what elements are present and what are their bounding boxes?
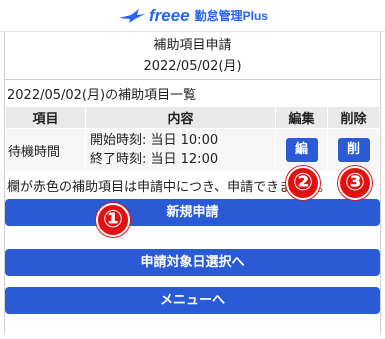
title-block: 補助項目申請 2022/05/02(月) bbox=[5, 32, 380, 80]
column-header-item: 項目 bbox=[5, 106, 86, 129]
freee-logo: freee 勤怠管理Plus bbox=[117, 6, 268, 26]
column-header-delete: 削除 bbox=[327, 106, 380, 129]
freee-bird-icon bbox=[119, 8, 145, 23]
end-time-text: 終了時刻: 当日 12:00 bbox=[90, 152, 219, 167]
table-header-row: 項目 内容 編集 削除 bbox=[5, 106, 380, 129]
page-date: 2022/05/02(月) bbox=[143, 59, 242, 74]
logo-bar: freee 勤怠管理Plus bbox=[0, 0, 385, 32]
logo-brand-text: freee bbox=[149, 5, 190, 25]
item-name-cell: 待機時間 bbox=[5, 128, 86, 172]
logo-product-text: 勤怠管理Plus bbox=[194, 9, 268, 23]
items-table: 項目 内容 編集 削除 待機時間 開始時刻: 当日 10:00 終了時刻: 当日… bbox=[5, 106, 380, 172]
annotation-badge-3: ③ bbox=[338, 166, 372, 200]
list-caption: 2022/05/02(月)の補助項目一覧 bbox=[7, 88, 197, 103]
annotation-badge-2: ② bbox=[286, 166, 320, 200]
start-time-text: 開始時刻: 当日 10:00 bbox=[90, 133, 219, 148]
new-request-button[interactable]: 新規申請 bbox=[5, 199, 380, 226]
column-header-content: 内容 bbox=[85, 106, 276, 129]
menu-button[interactable]: メニューへ bbox=[5, 287, 380, 314]
page-title: 補助項目申請 bbox=[153, 38, 232, 53]
select-date-button[interactable]: 申請対象日選択へ bbox=[5, 249, 380, 276]
main-content: 補助項目申請 2022/05/02(月) 2022/05/02(月)の補助項目一… bbox=[4, 32, 381, 334]
delete-button[interactable]: 削 bbox=[337, 138, 370, 162]
table-row: 待機時間 開始時刻: 当日 10:00 終了時刻: 当日 12:00 編 削 bbox=[5, 128, 380, 172]
edit-button[interactable]: 編 bbox=[285, 138, 318, 162]
notice-text: 欄が赤色の補助項目は申請中につき、申請できません。 bbox=[7, 180, 331, 195]
column-header-edit: 編集 bbox=[275, 106, 328, 129]
annotation-badge-1: ① bbox=[96, 203, 130, 237]
item-content-cell: 開始時刻: 当日 10:00 終了時刻: 当日 12:00 bbox=[85, 128, 276, 172]
